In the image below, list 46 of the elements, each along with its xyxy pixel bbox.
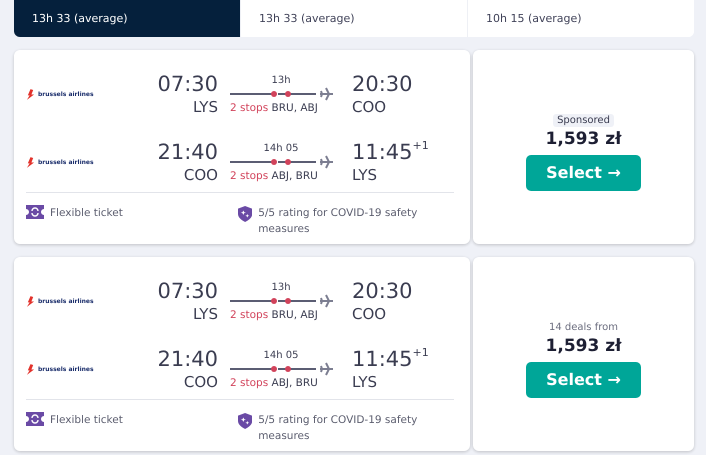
route-line-icon [230, 86, 334, 100]
flight-duration: 14h 05 [264, 142, 298, 154]
departure-time: 21:40 [157, 346, 218, 372]
arrival-airport: COO [352, 304, 386, 324]
arrival-time: 11:45$^{+1}$ [352, 139, 429, 165]
departure-airport: COO [184, 372, 218, 392]
stops-info: 2 stops BRU, ABJ [230, 308, 318, 320]
airline-logo-icon [26, 156, 35, 168]
arrival-time: 20:30 [352, 71, 413, 97]
ticket-icon [26, 205, 44, 219]
price: 1,593 zł [546, 128, 622, 148]
deals-note: 14 deals from [548, 320, 619, 334]
stops-info: 2 stops BRU, ABJ [230, 102, 318, 114]
sort-tab[interactable]: 13h 33 (average) [14, 0, 240, 37]
airline-logo-icon [26, 88, 35, 100]
departure-time: 21:40 [157, 139, 218, 165]
arrival-airport: COO [352, 97, 386, 117]
sort-tab[interactable]: 10h 15 (average) [467, 0, 694, 37]
flight-duration: 13h [271, 74, 291, 86]
arrival-time: 20:30 [352, 278, 413, 304]
shield-icon [238, 205, 252, 223]
arrival-airport: LYS [352, 165, 378, 185]
feature-text: 5/5 rating for COVID-19 safety measures [258, 413, 418, 444]
route-line-icon [230, 362, 334, 376]
route-line-icon [230, 294, 334, 308]
departure-airport: COO [184, 165, 218, 185]
departure-airport: LYS [192, 304, 218, 324]
flight-duration: 14h 05 [264, 350, 298, 360]
route-line-icon [230, 154, 334, 168]
ticket-icon [26, 412, 44, 426]
airline-logo-icon [26, 296, 35, 306]
feature-text: Flexible ticket [50, 206, 123, 221]
departure-airport: LYS [192, 97, 218, 117]
arrival-time: 11:45$^{+1}$ [352, 346, 429, 372]
airline-logo-icon [26, 364, 35, 374]
feature-text: 5/5 rating for COVID-19 safety measures [258, 206, 418, 237]
flight-duration: 13h [271, 282, 291, 292]
sponsored-badge: Sponsored [553, 114, 614, 126]
stops-info: 2 stops ABJ, BRU [230, 376, 318, 388]
price: 1,593 zł [546, 336, 622, 356]
arrival-airport: LYS [352, 372, 378, 392]
departure-time: 07:30 [157, 71, 218, 97]
departure-time: 07:30 [157, 278, 218, 304]
stops-info: 2 stops ABJ, BRU [230, 170, 318, 182]
shield-icon [238, 412, 252, 430]
feature-text: Flexible ticket [50, 413, 123, 428]
